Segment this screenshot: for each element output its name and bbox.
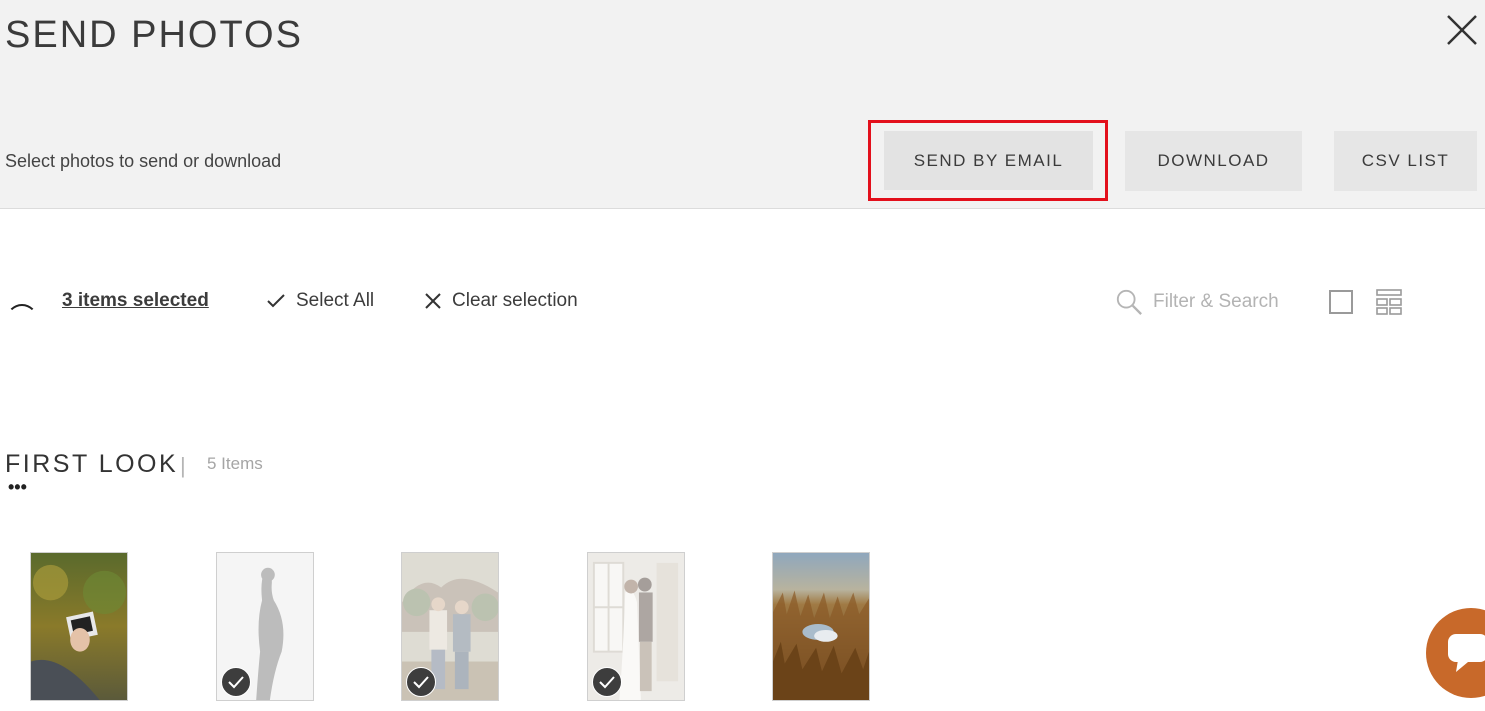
thumbnail-couple-outdoor-photo[interactable] bbox=[401, 552, 499, 701]
selected-check-badge bbox=[406, 667, 436, 697]
chat-icon bbox=[1448, 634, 1485, 672]
section-separator: | bbox=[180, 453, 186, 478]
clear-selection-label: Clear selection bbox=[452, 290, 578, 311]
selected-check-badge bbox=[221, 667, 251, 697]
checkmark-icon bbox=[228, 676, 244, 689]
csv-list-button[interactable]: CSV LIST bbox=[1334, 131, 1477, 191]
section-title: FIRST LOOK bbox=[5, 450, 179, 478]
clear-selection-button[interactable]: Clear selection bbox=[424, 290, 578, 312]
section-item-count: 5 Items bbox=[207, 454, 263, 473]
search-input[interactable] bbox=[1151, 290, 1295, 314]
ultrasound-photo bbox=[31, 553, 127, 700]
close-icon[interactable] bbox=[1444, 12, 1480, 48]
search-icon bbox=[1116, 289, 1142, 315]
thumbnail-baby-shoes-wheat-photo[interactable] bbox=[772, 552, 870, 701]
checkmark-icon bbox=[267, 294, 285, 308]
single-view-toggle-icon[interactable] bbox=[1329, 290, 1353, 314]
x-icon bbox=[425, 293, 441, 309]
thumbnail-maternity-silhouette-photo[interactable] bbox=[216, 552, 314, 701]
chat-bubble-button[interactable] bbox=[1426, 608, 1485, 698]
close-button[interactable] bbox=[1444, 12, 1480, 48]
select-all-label: Select All bbox=[296, 290, 375, 311]
thumbnail-couple-window-photo[interactable] bbox=[587, 552, 685, 701]
header: SEND PHOTOS Select photos to send or dow… bbox=[0, 0, 1485, 209]
select-all-button[interactable]: Select All bbox=[266, 290, 374, 312]
selected-count-link[interactable]: 3 items selected bbox=[62, 290, 209, 312]
page-title: SEND PHOTOS bbox=[5, 14, 303, 56]
section-menu-button[interactable]: ••• bbox=[8, 478, 27, 496]
checkmark-icon bbox=[599, 676, 615, 689]
checkmark-icon bbox=[413, 676, 429, 689]
download-button[interactable]: DOWNLOAD bbox=[1125, 131, 1302, 191]
search-box[interactable] bbox=[1115, 287, 1295, 317]
grid-view-toggle-icon[interactable] bbox=[1376, 289, 1402, 315]
selected-check-badge bbox=[592, 667, 622, 697]
baby-shoes-wheat-photo bbox=[773, 553, 869, 700]
loading-spinner bbox=[6, 304, 38, 336]
thumbnail-ultrasound-photo[interactable] bbox=[30, 552, 128, 701]
page-subtitle: Select photos to send or download bbox=[5, 151, 282, 171]
send-by-email-button[interactable]: SEND BY EMAIL bbox=[884, 131, 1093, 190]
